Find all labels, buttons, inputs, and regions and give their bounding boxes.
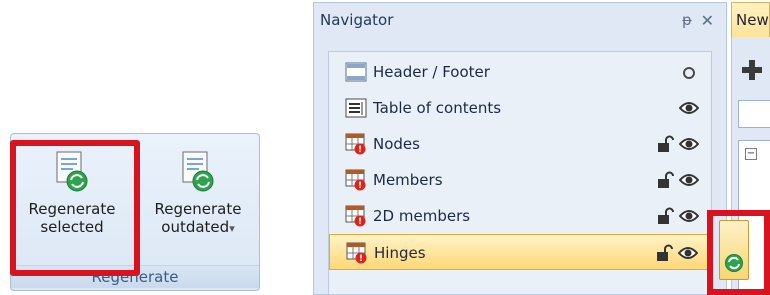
regenerate-outdated-line2: outdated▾ — [142, 218, 254, 238]
navigator-item-nodes[interactable]: Nodes — [329, 126, 711, 162]
regenerate-outdated-line1: Regenerate — [154, 200, 242, 218]
unlocked-icon[interactable] — [657, 135, 675, 153]
header-footer-icon — [345, 62, 367, 82]
regenerate-outdated-text: outdated — [161, 218, 230, 236]
table-of-contents-icon — [345, 98, 367, 118]
table-warning-icon — [346, 242, 367, 264]
unlocked-icon[interactable] — [657, 207, 675, 225]
navigator-item-label: Hinges — [374, 244, 426, 262]
eye-icon[interactable] — [679, 100, 699, 116]
navigator-list: Header / Footer Table of contents Nodes … — [328, 51, 712, 295]
table-warning-icon — [345, 133, 366, 155]
unlocked-icon[interactable] — [657, 171, 675, 189]
navigator-item-hinges[interactable]: Hinges — [329, 234, 711, 270]
add-icon[interactable] — [740, 58, 764, 82]
eye-icon[interactable] — [679, 172, 699, 188]
highlight-frame — [10, 140, 140, 276]
table-warning-icon — [345, 205, 366, 227]
new-panel-input[interactable] — [738, 100, 770, 128]
navigator-item-label: Nodes — [373, 135, 420, 153]
navigator-item-table-of-contents[interactable]: Table of contents — [329, 90, 711, 126]
regenerate-outdated-button[interactable]: Regenerate outdated▾ — [142, 144, 254, 262]
table-warning-icon — [345, 169, 366, 191]
eye-icon[interactable] — [679, 208, 699, 224]
navigator-item-2d-members[interactable]: 2D members — [329, 198, 711, 234]
eye-icon[interactable] — [678, 245, 698, 261]
dropdown-arrow-icon[interactable]: ▾ — [229, 222, 235, 235]
highlight-frame — [707, 210, 770, 295]
navigator-item-members[interactable]: Members — [329, 162, 711, 198]
tree-collapse-icon[interactable]: − — [745, 148, 757, 160]
navigator-title: Navigator — [320, 11, 394, 29]
close-icon[interactable]: ✕ — [701, 3, 714, 38]
navigator-item-label: Members — [373, 171, 443, 189]
eye-icon[interactable] — [679, 136, 699, 152]
regenerate-document-icon — [182, 151, 214, 192]
navigator-item-label: Table of contents — [373, 99, 502, 117]
navigator-item-label: 2D members — [373, 207, 471, 225]
navigator-item-label: Header / Footer — [373, 63, 490, 81]
unlocked-icon[interactable] — [656, 244, 674, 262]
pin-icon[interactable]: ᵽ — [682, 3, 692, 38]
navigator-panel: Navigator ᵽ ✕ Header / Footer Table of c… — [313, 2, 727, 295]
navigator-item-header-footer[interactable]: Header / Footer — [329, 54, 711, 90]
visibility-off-icon[interactable] — [683, 67, 695, 79]
new-panel-tab[interactable]: New — [731, 2, 770, 37]
